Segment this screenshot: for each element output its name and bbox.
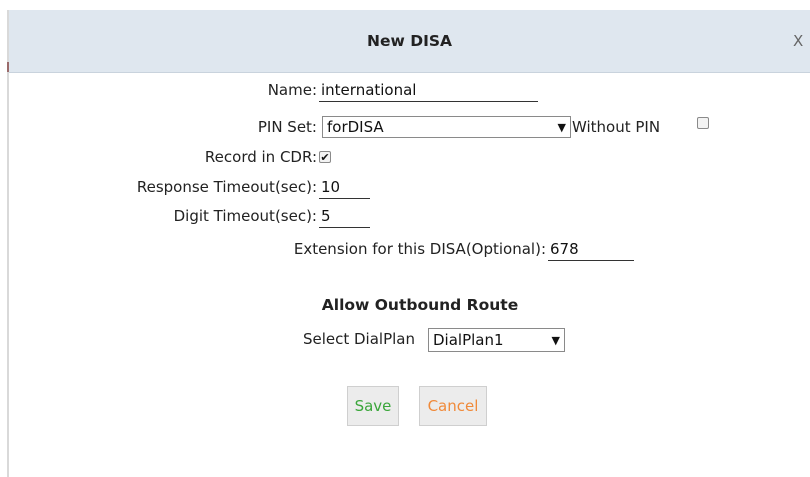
select-dialplan-label: Select DialPlan (302, 330, 415, 348)
response-timeout-input[interactable] (319, 176, 370, 199)
save-button[interactable]: Save (347, 386, 399, 426)
digit-timeout-input[interactable] (319, 205, 370, 228)
dialplan-value: DialPlan1 (433, 331, 504, 349)
close-button[interactable]: X (793, 10, 803, 72)
digit-timeout-label: Digit Timeout(sec): (173, 207, 317, 225)
dialplan-select[interactable]: DialPlan1 ▼ (428, 328, 565, 352)
left-edge-marker (7, 62, 9, 72)
pin-set-value: forDISA (327, 118, 384, 136)
record-in-cdr-label: Record in CDR: (204, 148, 317, 166)
pin-set-select[interactable]: forDISA ▼ (322, 116, 571, 138)
check-icon: ✔ (320, 150, 330, 164)
pin-set-label: PIN Set: (257, 118, 317, 136)
name-input[interactable] (319, 79, 538, 102)
cancel-button[interactable]: Cancel (419, 386, 487, 426)
without-pin-label: Without PIN (572, 118, 661, 136)
response-timeout-label: Response Timeout(sec): (136, 178, 317, 196)
left-edge (7, 10, 9, 477)
chevron-down-icon: ▼ (557, 120, 566, 134)
name-label: Name: (267, 81, 317, 99)
dialog-title: New DISA (367, 32, 452, 50)
top-edge (0, 0, 810, 10)
chevron-down-icon: ▼ (551, 333, 560, 347)
extension-input[interactable] (548, 238, 634, 261)
extension-label: Extension for this DISA(Optional): (293, 240, 546, 258)
without-pin-checkbox[interactable] (697, 117, 709, 129)
outbound-route-heading: Allow Outbound Route (321, 296, 519, 314)
dialog-titlebar: New DISA X (9, 10, 810, 73)
record-in-cdr-checkbox[interactable]: ✔ (319, 151, 331, 163)
